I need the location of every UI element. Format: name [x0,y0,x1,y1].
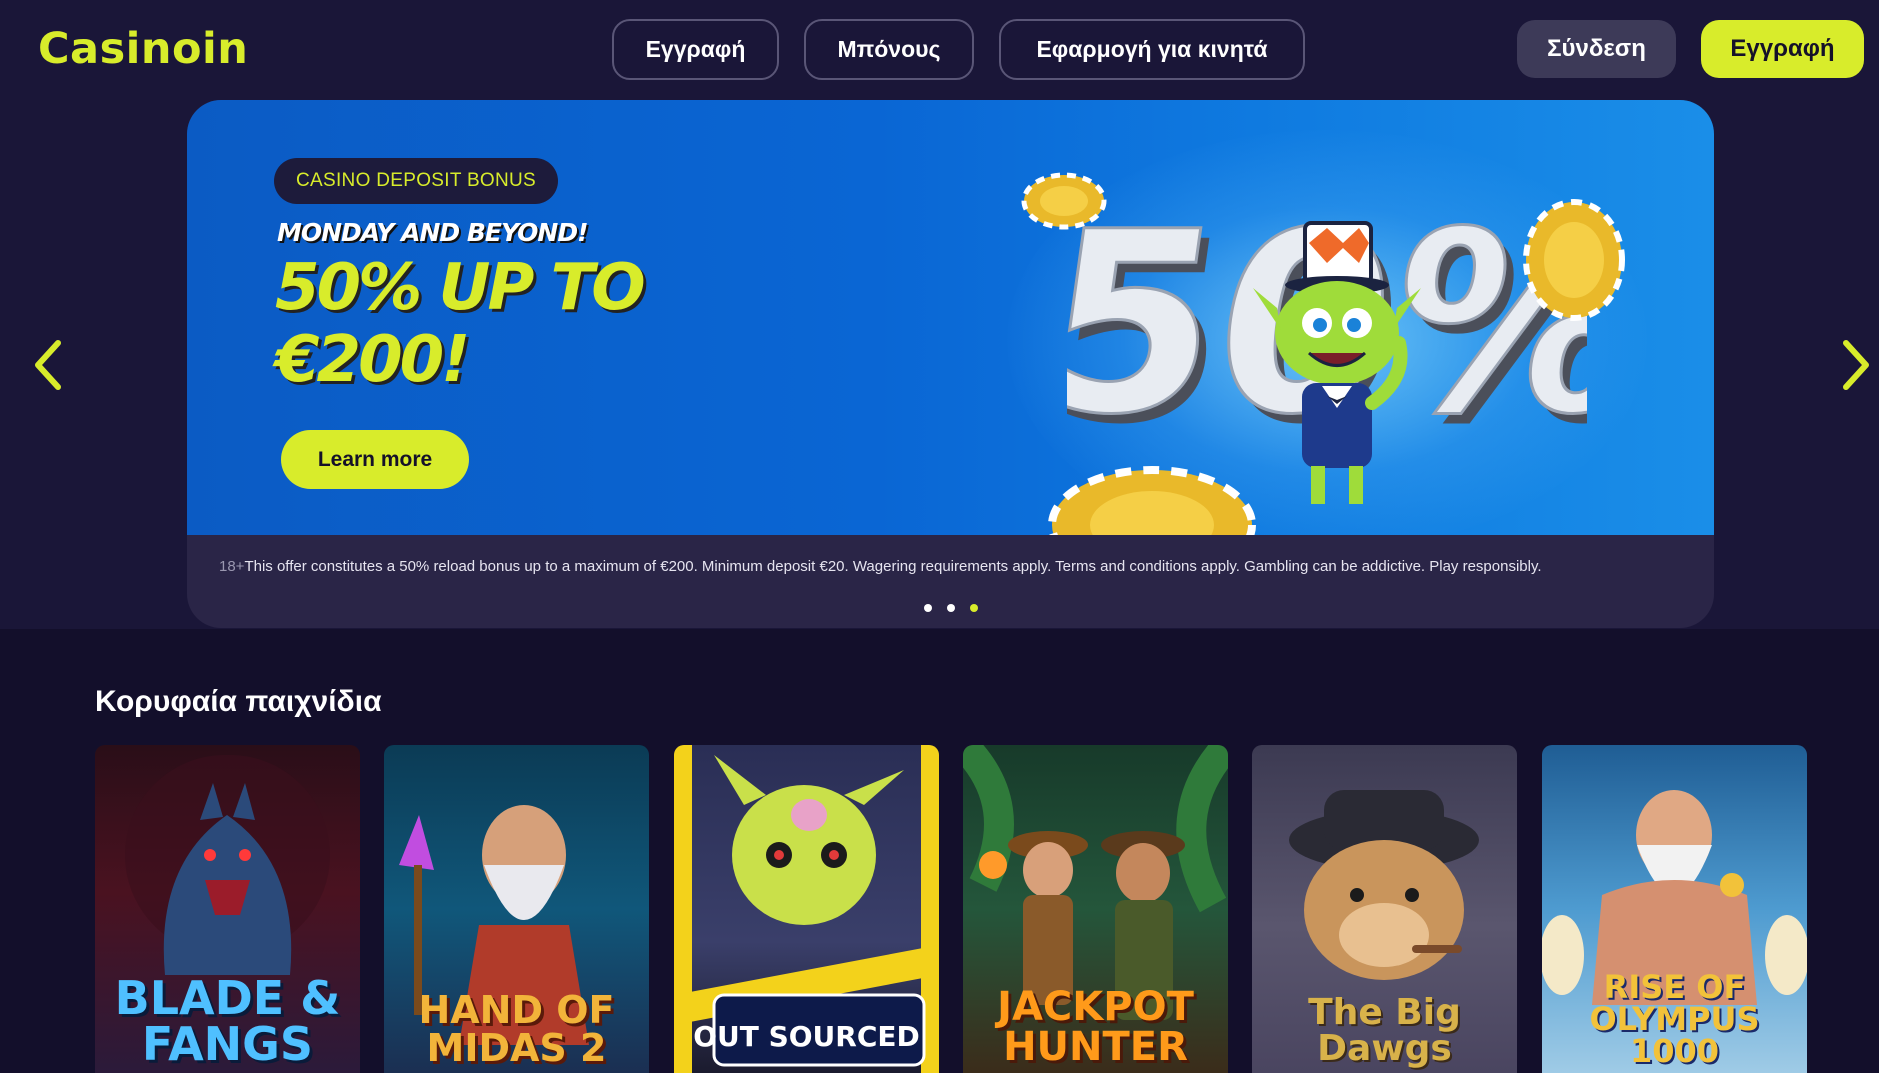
carousel-dot-1[interactable] [924,604,932,612]
game-title: The Big Dawgs [1308,992,1461,1069]
coin-icon [1523,199,1625,321]
signup-button[interactable]: Εγγραφή [1701,20,1864,78]
mascot-character [1253,221,1421,504]
banner-image: 50% 50% [187,100,1714,535]
top-games-title: Κορυφαία παιχνίδια [95,685,382,718]
carousel-next-button[interactable] [1836,335,1876,395]
coin-icon [1021,172,1107,230]
chevron-left-icon [35,340,61,390]
nav-register-button[interactable]: Εγγραφή [612,19,779,80]
nav-mobile-app-button[interactable]: Εφαρμογή για κινητά [999,19,1305,80]
nav-bonus-button[interactable]: Μπόνους [804,19,974,80]
game-title: BLADE & FANGS [114,971,341,1071]
game-title: RISE OF OLYMPUS 1000 [1589,968,1760,1070]
login-button[interactable]: Σύνδεση [1517,20,1676,78]
banner-subline: MONDAY AND BEYOND! [277,218,588,247]
game-tile-big-dawgs[interactable]: The Big Dawgs [1252,745,1517,1073]
carousel-prev-button[interactable] [28,335,68,395]
carousel-dot-3[interactable] [970,604,978,612]
game-title: HAND OF MIDAS 2 [418,988,615,1070]
game-tile-rise-of-olympus-1000[interactable]: RISE OF OLYMPUS 1000 [1542,745,1807,1073]
coin-icon [1048,466,1256,535]
game-tile-out-sourced[interactable]: OUT SOURCED [674,745,939,1073]
game-tile-hand-of-midas-2[interactable]: HAND OF MIDAS 2 [384,745,649,1073]
learn-more-button[interactable]: Learn more [281,430,469,489]
headline-line-2: €200! [275,323,470,397]
disclaimer-text: This offer constitutes a 50% reload bonu… [244,558,1542,575]
game-tile-blade-fangs[interactable]: BLADE & FANGS [95,745,360,1073]
top-header: Casinoin Εγγραφή Μπόνους Εφαρμογή για κι… [0,0,1879,100]
deposit-bonus-badge: CASINO DEPOSIT BONUS [274,158,559,204]
age-restriction-label: 18+ [219,558,245,575]
carousel-dots [924,604,978,612]
promo-banner[interactable]: 50% 50% [187,100,1714,628]
game-title: JACKPOT HUNTER [997,984,1194,1070]
game-title: OUT SOURCED [693,1020,920,1053]
headline-line-1: 50% UP TO [275,251,646,325]
banner-headline: 50% UP TO €200! [275,252,735,396]
chevron-right-icon [1843,340,1869,390]
carousel-dot-2[interactable] [947,604,955,612]
casinoin-logo[interactable]: Casinoin [38,24,248,74]
game-tile-jackpot-hunter[interactable]: JACKPOT HUNTER [963,745,1228,1073]
banner-disclaimer: 18+This offer constitutes a 50% reload b… [219,558,1542,575]
